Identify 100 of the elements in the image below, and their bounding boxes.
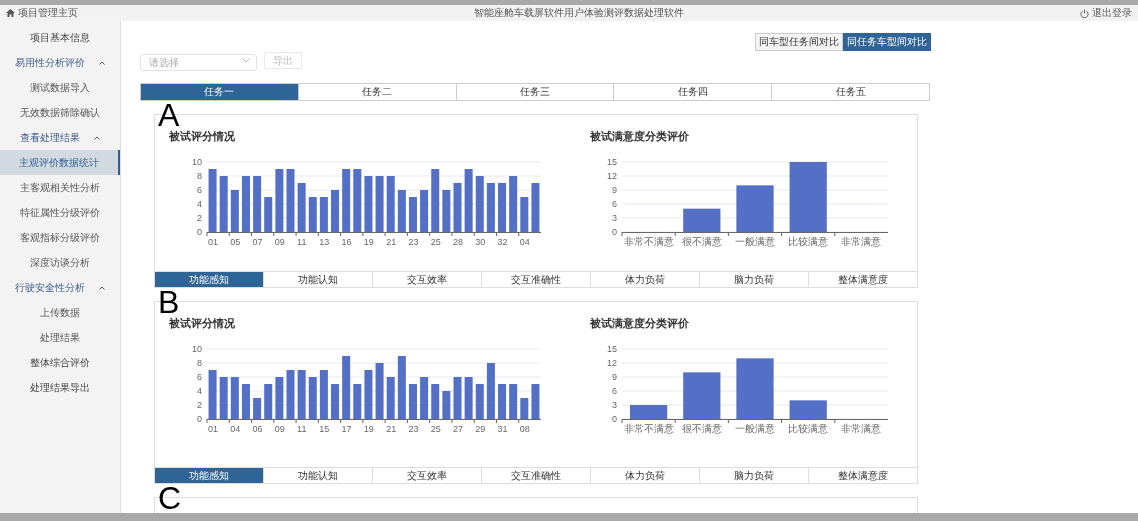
axis-label: 23 <box>408 237 419 247</box>
axis-label: 3 <box>612 400 617 410</box>
axis-label: 32 <box>497 237 508 247</box>
panel-marker: B <box>158 286 180 318</box>
axis-label: 非常不满意 <box>623 236 674 247</box>
axis-label: 9 <box>612 185 617 195</box>
axis-label: 12 <box>607 171 617 181</box>
axis-label: 非常满意 <box>841 236 882 247</box>
select-field[interactable]: 请选择 <box>140 54 257 71</box>
axis-label: 13 <box>319 237 330 247</box>
axis-label: 25 <box>430 424 441 434</box>
axis-label: 01 <box>208 237 218 247</box>
sidebar-item[interactable]: 无效数据筛除确认 <box>0 100 120 125</box>
sidebar-item[interactable]: 查看处理结果 <box>0 125 120 150</box>
sidebar-item[interactable]: 主观评价数据统计 <box>0 150 120 175</box>
dimension-tab[interactable]: 功能感知 <box>155 272 263 287</box>
axis-label: 04 <box>519 237 530 247</box>
axis-label: 4 <box>197 199 202 209</box>
axis-label: 28 <box>452 237 463 247</box>
toggle-button[interactable]: 同任务车型间对比 <box>843 33 931 51</box>
sidebar-item[interactable]: 处理结果 <box>0 325 120 350</box>
axis-label: 4 <box>197 386 202 396</box>
axis-label: 比较满意 <box>788 236 829 247</box>
sidebar-item[interactable]: 主客观相关性分析 <box>0 175 120 200</box>
sidebar-item[interactable]: 整体综合评价 <box>0 350 120 375</box>
sidebar-item[interactable]: 易用性分析评价 <box>0 50 120 75</box>
axis-label: 04 <box>230 424 241 434</box>
axis-label: 6 <box>612 386 617 396</box>
sidebar-item[interactable]: 特征属性分级评价 <box>0 200 120 225</box>
axis-label: 0 <box>197 227 202 237</box>
axis-label: 6 <box>197 372 202 382</box>
axis-label: 一般满意 <box>735 423 775 434</box>
dimension-tab[interactable]: 功能感知 <box>155 468 263 483</box>
axis-label: 2 <box>197 213 202 223</box>
axis-label: 30 <box>475 237 486 247</box>
caret-icon <box>94 135 100 140</box>
axis-label: 0 <box>197 414 202 424</box>
axis-label: 19 <box>363 424 374 434</box>
axis-label: 6 <box>197 185 202 195</box>
window-title: 智能座舱车载屏软件用户体验测评数据处理软件 <box>474 6 684 20</box>
axis-label: 比较满意 <box>788 423 829 434</box>
axis-label: 12 <box>607 358 617 368</box>
axis-label: 09 <box>274 237 285 247</box>
axis-label: 2 <box>197 400 202 410</box>
axis-label: 11 <box>297 237 307 247</box>
sidebar-item[interactable]: 处理结果导出 <box>0 375 120 400</box>
axis-label: 06 <box>252 424 263 434</box>
axis-label: 很不满意 <box>681 236 722 247</box>
panel-marker: C <box>158 482 182 513</box>
toggle-button[interactable]: 同车型任务间对比 <box>755 33 843 51</box>
axis-label: 25 <box>430 237 441 247</box>
axis-label: 10 <box>192 344 202 354</box>
axis-label: 29 <box>475 424 486 434</box>
caret-icon <box>99 60 105 65</box>
sidebar-item[interactable]: 深度访谈分析 <box>0 250 120 275</box>
axis-label: 11 <box>297 424 307 434</box>
axis-label: 19 <box>363 237 374 247</box>
home-link[interactable]: 项目管理主页 <box>18 6 78 20</box>
axis-label: 9 <box>612 372 617 382</box>
axis-label: 16 <box>341 237 352 247</box>
panel-marker: A <box>158 99 180 131</box>
axis-label: 10 <box>192 157 202 167</box>
home-icon <box>6 9 15 17</box>
axis-label: 一般满意 <box>735 236 775 247</box>
axis-label: 31 <box>497 424 508 434</box>
chart-title: 被试满意度分类评价 <box>590 129 690 144</box>
axis-label: 15 <box>607 344 617 354</box>
sidebar-item[interactable]: 行驶安全性分析 <box>0 275 120 300</box>
axis-label: 21 <box>386 424 397 434</box>
sidebar-item[interactable]: 测试数据导入 <box>0 75 120 100</box>
axis-label: 08 <box>519 424 530 434</box>
axis-label: 15 <box>607 157 617 167</box>
task-tab[interactable]: 任务一 <box>141 84 298 100</box>
axis-label: 21 <box>386 237 397 247</box>
axis-label: 17 <box>341 424 352 434</box>
axis-label: 05 <box>230 237 241 247</box>
axis-label: 27 <box>452 424 463 434</box>
axis-label: 15 <box>319 424 330 434</box>
chevron-icon <box>242 58 250 63</box>
sidebar-item[interactable]: 上传数据 <box>0 300 120 325</box>
logout-link[interactable]: 退出登录 <box>1092 6 1132 20</box>
sidebar-item[interactable]: 项目基本信息 <box>0 25 120 50</box>
axis-label: 07 <box>252 237 263 247</box>
axis-label: 8 <box>197 171 202 181</box>
axis-label: 8 <box>197 358 202 368</box>
axis-label: 0 <box>612 414 617 424</box>
axis-label: 3 <box>612 213 617 223</box>
caret-icon <box>99 285 105 290</box>
scrollbar[interactable] <box>0 513 1138 521</box>
sidebar-item[interactable]: 客观指标分级评价 <box>0 225 120 250</box>
axis-label: 0 <box>612 227 617 237</box>
axis-label: 01 <box>208 424 218 434</box>
chart-title: 被试满意度分类评价 <box>590 316 690 331</box>
axis-label: 09 <box>274 424 285 434</box>
axis-label: 6 <box>612 199 617 209</box>
chart-title: 被试评分情况 <box>169 129 236 144</box>
axis-label: 23 <box>408 424 419 434</box>
axis-label: 非常满意 <box>841 423 882 434</box>
axis-label: 非常不满意 <box>623 423 674 434</box>
chart-title: 被试评分情况 <box>169 316 236 331</box>
